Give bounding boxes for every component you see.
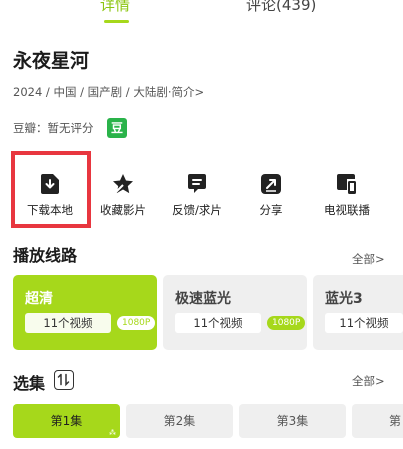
resolution-badge: 1080P xyxy=(117,316,156,330)
resolution-badge: 1080P xyxy=(267,316,306,330)
tv-cast-label: 电视联播 xyxy=(324,203,370,217)
line-name: 超清 xyxy=(25,291,53,307)
feedback-button[interactable]: 反馈/求片 xyxy=(157,160,237,218)
tv-cast-button[interactable]: 电视联播 xyxy=(307,160,387,218)
star-icon xyxy=(113,174,133,194)
tv-cast-icon xyxy=(337,174,356,194)
tab-detail[interactable]: 详情 xyxy=(100,0,130,15)
sort-icon[interactable] xyxy=(54,370,74,390)
feedback-label: 反馈/求片 xyxy=(172,203,222,217)
line-count: 11个视频 xyxy=(325,313,403,333)
favorite-button[interactable]: 收藏影片 xyxy=(83,160,163,218)
favorite-label: 收藏影片 xyxy=(100,203,146,217)
episode-3-button[interactable]: 第3集 xyxy=(239,404,346,438)
feedback-icon xyxy=(188,174,206,193)
episode-label: 第2集 xyxy=(163,414,196,428)
episodes-section-title: 选集 xyxy=(13,374,46,393)
episode-2-button[interactable]: 第2集 xyxy=(126,404,233,438)
episode-label: 第 xyxy=(389,414,402,428)
line-card-languang3[interactable]: 蓝光3 11个视频 xyxy=(313,275,403,350)
line-name: 蓝光3 xyxy=(325,291,363,307)
share-label: 分享 xyxy=(259,203,283,217)
line-name: 极速蓝光 xyxy=(175,291,231,307)
tab-comments[interactable]: 评论(439) xyxy=(246,0,316,15)
active-tab-indicator xyxy=(104,20,129,23)
line-card-chaoqing[interactable]: 超清 11个视频 1080P xyxy=(13,275,157,350)
line-count: 11个视频 xyxy=(25,313,111,333)
line-card-jisulanguang[interactable]: 极速蓝光 11个视频 1080P xyxy=(163,275,307,350)
meta-info-link[interactable]: 2024 / 中国 / 国产剧 / 大陆剧·简介> xyxy=(13,84,204,100)
episode-4-button[interactable]: 第 xyxy=(352,404,403,438)
line-count: 11个视频 xyxy=(175,313,261,333)
episodes-see-all-link[interactable]: 全部> xyxy=(352,373,385,389)
share-button[interactable]: 分享 xyxy=(231,160,311,218)
share-icon xyxy=(261,174,281,194)
episode-1-button[interactable]: 第1集 ⁂ xyxy=(13,404,120,438)
lines-section-title: 播放线路 xyxy=(13,246,78,265)
rating-text: 豆瓣：暂无评分 xyxy=(13,121,94,135)
lines-see-all-link[interactable]: 全部> xyxy=(352,251,385,267)
episode-label: 第3集 xyxy=(276,414,309,428)
download-highlight-box xyxy=(11,151,91,228)
episode-label: 第1集 xyxy=(50,414,83,428)
playing-icon: ⁂ xyxy=(109,429,116,437)
page-title: 永夜星河 xyxy=(13,50,90,72)
douban-badge: 豆 xyxy=(107,118,127,138)
